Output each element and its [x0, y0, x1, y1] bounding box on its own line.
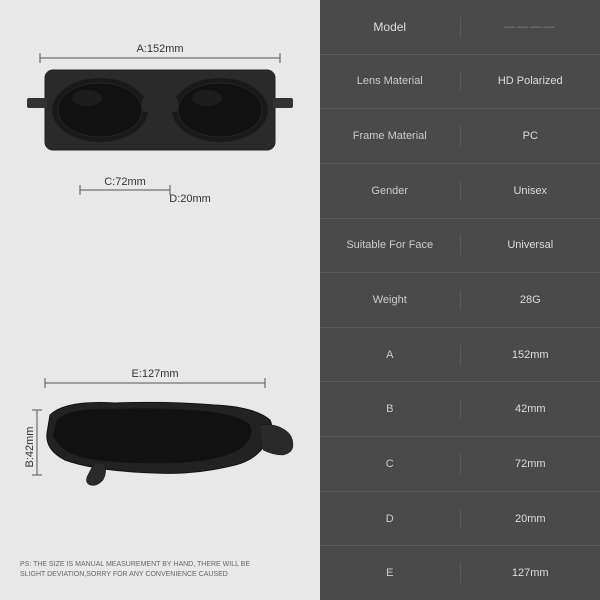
spec-row: C72mm: [320, 437, 600, 492]
spec-row: Model————: [320, 0, 600, 55]
spec-label: C: [320, 454, 460, 474]
spec-row: Frame MaterialPC: [320, 109, 600, 164]
spec-row: D20mm: [320, 492, 600, 547]
dim-b-label: B:42mm: [24, 427, 36, 468]
spec-label: Frame Material: [320, 126, 460, 146]
spec-row: A152mm: [320, 328, 600, 383]
spec-row: GenderUnisex: [320, 164, 600, 219]
measurement-note: PS: THE SIZE IS MANUAL MEASUREMENT BY HA…: [20, 560, 260, 580]
spec-label: E: [320, 563, 460, 583]
spec-label: Lens Material: [320, 71, 460, 91]
dim-e-label: E:127mm: [131, 368, 178, 380]
dim-c-label: C:72mm: [104, 176, 146, 188]
spec-label: Weight: [320, 290, 460, 310]
spec-row: Weight28G: [320, 273, 600, 328]
spec-label: Model: [320, 16, 460, 38]
glasses-side-section: E:127mm B:42mm PS: THE SIZE IS MANUAL ME…: [10, 310, 310, 590]
spec-value: 152mm: [460, 345, 600, 365]
spec-value: ————: [460, 17, 600, 37]
spec-label: B: [320, 399, 460, 419]
spec-row: Lens MaterialHD Polarized: [320, 55, 600, 110]
glasses-top-section: A:152mm C:72mm: [10, 10, 310, 310]
spec-value: Unisex: [460, 181, 600, 201]
spec-label: Gender: [320, 181, 460, 201]
glasses-side-svg: E:127mm B:42mm: [15, 365, 305, 535]
left-panel: A:152mm C:72mm: [0, 0, 320, 600]
spec-label: Suitable For Face: [320, 235, 460, 255]
spec-value: 28G: [460, 290, 600, 310]
spec-value: 127mm: [460, 563, 600, 583]
spec-label: A: [320, 345, 460, 365]
right-panel: Model————Lens MaterialHD PolarizedFrame …: [320, 0, 600, 600]
spec-row: Suitable For FaceUniversal: [320, 219, 600, 274]
glasses-top-svg: A:152mm C:72mm: [15, 30, 305, 290]
spec-label: D: [320, 509, 460, 529]
spec-value: HD Polarized: [460, 71, 600, 91]
dim-a-label: A:152mm: [136, 43, 183, 55]
spec-value: 72mm: [460, 454, 600, 474]
spec-row: E127mm: [320, 546, 600, 600]
spec-value: 42mm: [460, 399, 600, 419]
spec-table: Model————Lens MaterialHD PolarizedFrame …: [320, 0, 600, 600]
spec-row: B42mm: [320, 382, 600, 437]
dim-d-label: D:20mm: [169, 193, 211, 205]
spec-value: PC: [460, 126, 600, 146]
spec-value: 20mm: [460, 509, 600, 529]
spec-value: Universal: [460, 235, 600, 255]
